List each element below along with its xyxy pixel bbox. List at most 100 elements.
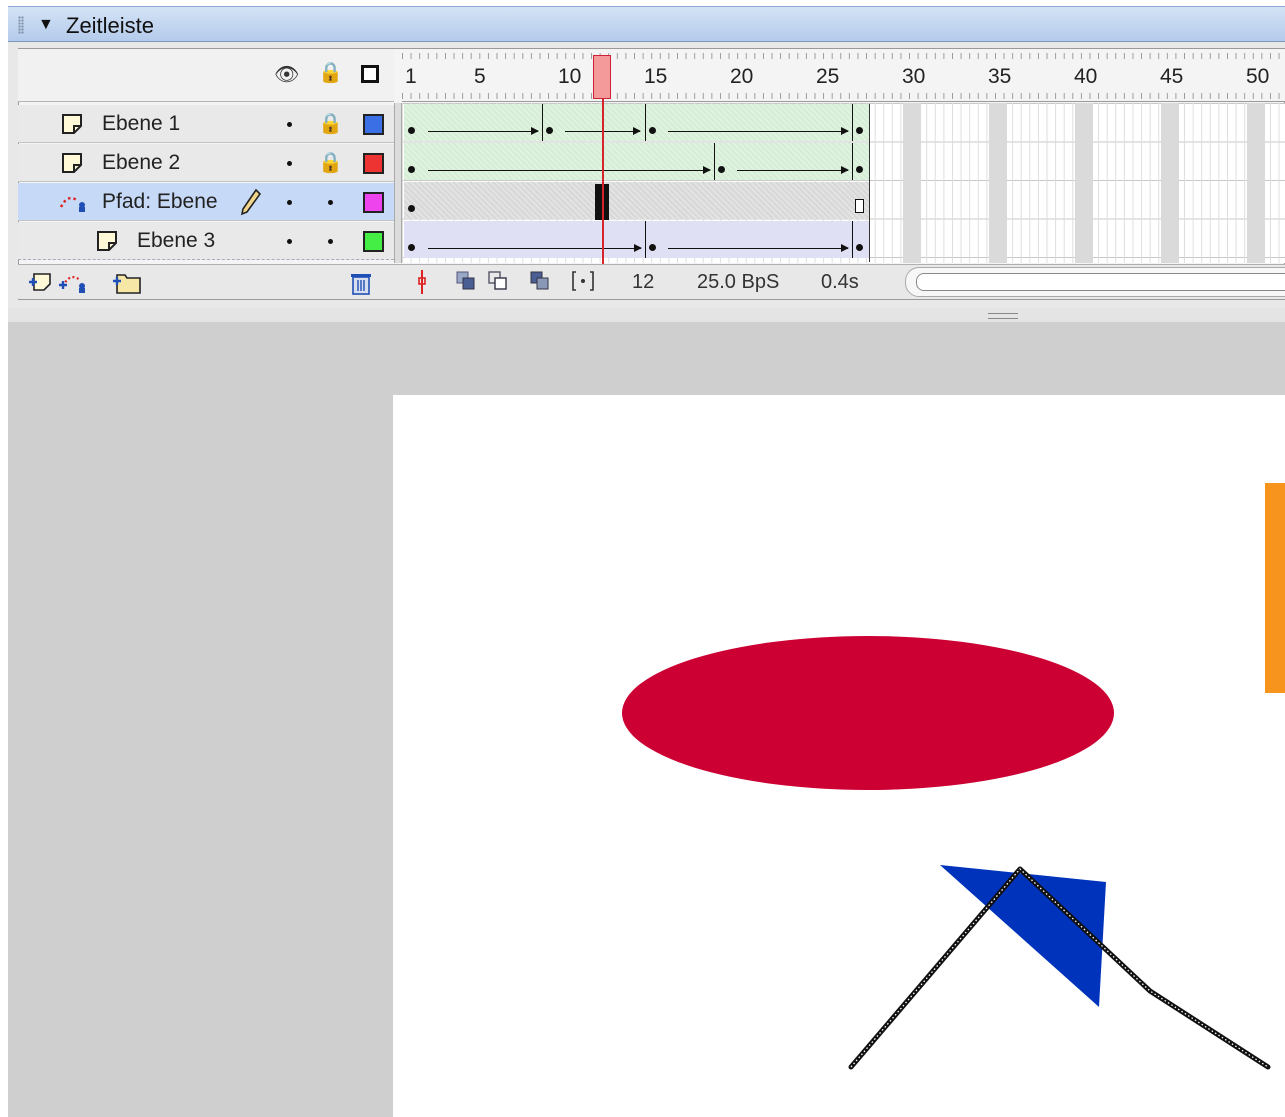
outline-color-swatch[interactable] [363,231,384,252]
current-frame-readout: 12 [632,271,655,293]
insert-layer-icon[interactable] [28,270,54,294]
outline-color-swatch[interactable] [363,192,384,213]
panel-title: Zeitleiste [66,13,155,38]
playhead-line [602,99,604,264]
frame-block-marker [989,103,1007,263]
orange-rectangle[interactable] [1265,483,1285,693]
lock-icon[interactable]: 🔒 [318,111,343,136]
insert-folder-icon[interactable] [112,269,142,295]
window-edge [0,0,8,1117]
guide-frame-span[interactable] [404,182,870,219]
keyframe-divider [645,104,646,141]
layer-row[interactable]: Ebene 1 🔒 [18,105,394,143]
end-frame[interactable] [855,199,864,213]
visibility-dot[interactable] [287,200,292,205]
keyframe[interactable] [856,127,863,134]
keyframe-divider [645,221,646,258]
frame-rate-readout[interactable]: 25.0 BpS [697,271,779,294]
ruler-label: 45 [1160,65,1184,88]
ruler-ticks-top [402,53,1285,59]
onion-skin-outlines-icon[interactable] [488,271,510,291]
ruler-label: 1 [405,65,417,88]
ruler-label: 20 [730,65,754,88]
lock-dot[interactable] [328,200,333,205]
keyframe-divider [852,143,853,180]
stage[interactable] [393,395,1285,1117]
outline-color-swatch[interactable] [363,153,384,174]
outline-color-swatch[interactable] [363,114,384,135]
edit-multiple-frames-icon[interactable] [530,271,552,291]
eye-icon[interactable]: 👁 [274,65,299,85]
layer-frame-divider[interactable] [394,103,402,263]
layer-row-selected[interactable]: Pfad: Ebene [18,183,394,221]
tween-arrow [668,127,849,135]
horizontal-scrollbar[interactable] [905,267,1285,297]
visibility-dot[interactable] [287,122,292,127]
keyframe[interactable] [408,127,415,134]
panel-splitter[interactable] [8,308,1285,323]
visibility-dot[interactable] [287,239,292,244]
layer-name[interactable]: Pfad: Ebene [102,190,218,214]
frames-end-line [869,104,870,262]
layer-icon [97,231,117,251]
keyframe[interactable] [649,127,656,134]
keyframe-divider [852,104,853,141]
layer-icon [62,114,82,134]
visibility-dot[interactable] [287,161,292,166]
stage-artwork [622,483,1285,1070]
modify-onion-markers-icon[interactable] [572,271,594,291]
tween-arrow [737,166,849,174]
collapse-triangle-icon[interactable]: ▼ [38,16,54,34]
outline-toggle-icon[interactable] [361,65,379,83]
timeline-panel-header[interactable]: ▼ Zeitleiste [8,6,1285,42]
frame-ruler[interactable]: 1 5 10 15 20 25 30 35 40 45 50 [402,49,1285,102]
keyframe[interactable] [856,166,863,173]
motion-guide-icon [59,196,85,212]
layer-row[interactable]: Ebene 3 [18,222,394,260]
keyframe[interactable] [408,244,415,251]
center-frame-icon[interactable] [416,270,428,294]
lock-dot[interactable] [328,239,333,244]
motion-tween-span[interactable] [404,221,870,258]
splitter-grip-icon[interactable] [988,313,1018,319]
playhead[interactable] [593,55,611,99]
ruler-label: 30 [902,65,926,88]
layer-name[interactable]: Ebene 1 [102,112,180,136]
motion-tween-span[interactable] [404,143,870,180]
keyframe[interactable] [649,244,656,251]
frame-block-marker [903,103,921,263]
ruler-label: 10 [558,65,582,88]
drag-grip-icon[interactable] [18,16,24,34]
lock-icon[interactable]: 🔒 [318,150,343,175]
keyframe[interactable] [856,244,863,251]
ruler-label: 35 [988,65,1012,88]
keyframe-divider [542,104,543,141]
ruler-label: 5 [474,65,486,88]
layer-row[interactable]: Ebene 2 🔒 [18,144,394,182]
ruler-label: 15 [644,65,668,88]
ruler-ticks-bottom [402,93,1285,99]
trash-icon[interactable] [350,271,372,295]
keyframe[interactable] [718,166,725,173]
tween-arrow [428,166,711,174]
ruler-label: 40 [1074,65,1098,88]
frame-block-marker [1247,103,1265,263]
keyframe-divider [852,221,853,258]
keyframe[interactable] [408,205,415,212]
keyframe-divider [714,143,715,180]
layer-header: 👁 🔒 [18,49,394,102]
red-ellipse[interactable] [622,636,1114,790]
tween-arrow [428,244,642,252]
layer-name[interactable]: Ebene 3 [137,229,215,253]
keyframe[interactable] [546,127,553,134]
layer-name[interactable]: Ebene 2 [102,151,180,175]
lock-icon[interactable]: 🔒 [318,63,343,83]
motion-tween-span[interactable] [404,104,870,141]
add-motion-guide-icon[interactable] [58,270,88,294]
tween-arrow [668,244,849,252]
ruler-label: 25 [816,65,840,88]
onion-skin-icon[interactable] [456,271,478,291]
scrollbar-thumb[interactable] [916,273,1285,291]
keyframe[interactable] [408,166,415,173]
frame-block-marker [1075,103,1093,263]
